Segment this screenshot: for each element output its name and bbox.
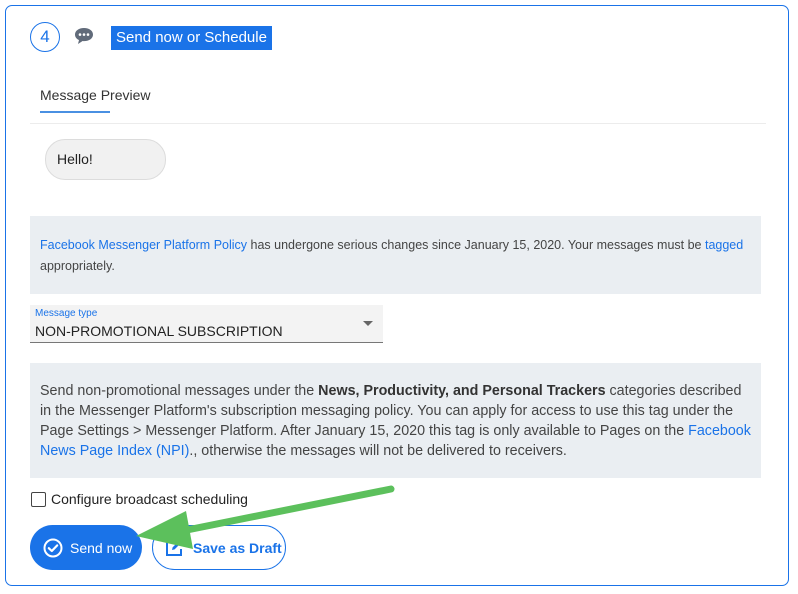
chat-bubble-icon — [75, 28, 93, 44]
active-tab-indicator — [40, 111, 110, 113]
info-categories: News, Productivity, and Personal Tracker… — [318, 383, 606, 399]
notice-text-end: appropriately. — [40, 259, 115, 273]
send-now-label: Send now — [70, 539, 133, 556]
send-now-button[interactable]: Send now — [30, 525, 142, 570]
tag-info-box: Send non-promotional messages under the … — [30, 363, 761, 478]
message-preview-bubble: Hello! — [45, 139, 166, 180]
step-title: Send now or Schedule — [111, 26, 272, 50]
scheduling-checkbox[interactable] — [31, 492, 46, 507]
tagged-link[interactable]: tagged — [705, 238, 743, 252]
save-draft-label: Save as Draft — [193, 539, 282, 556]
step-number-badge: 4 — [30, 22, 60, 52]
policy-link[interactable]: Facebook Messenger Platform Policy — [40, 238, 247, 252]
save-draft-button[interactable]: Save as Draft — [152, 525, 286, 570]
info-text-end: ., otherwise the messages will not be de… — [189, 443, 567, 459]
tab-divider — [30, 123, 766, 124]
message-type-value: NON-PROMOTIONAL SUBSCRIPTION — [35, 323, 283, 339]
tab-message-preview[interactable]: Message Preview — [40, 87, 151, 103]
edit-icon — [166, 539, 182, 556]
info-text: Send non-promotional messages under the — [40, 383, 319, 399]
notice-text: has undergone serious changes since Janu… — [247, 238, 705, 252]
check-circle-icon — [43, 538, 63, 557]
scheduling-checkbox-label[interactable]: Configure broadcast scheduling — [51, 491, 248, 507]
message-type-select[interactable]: Message type NON-PROMOTIONAL SUBSCRIPTIO… — [30, 305, 383, 343]
message-type-label: Message type — [35, 308, 98, 319]
chevron-down-icon — [363, 321, 373, 326]
policy-notice: Facebook Messenger Platform Policy has u… — [30, 216, 761, 294]
